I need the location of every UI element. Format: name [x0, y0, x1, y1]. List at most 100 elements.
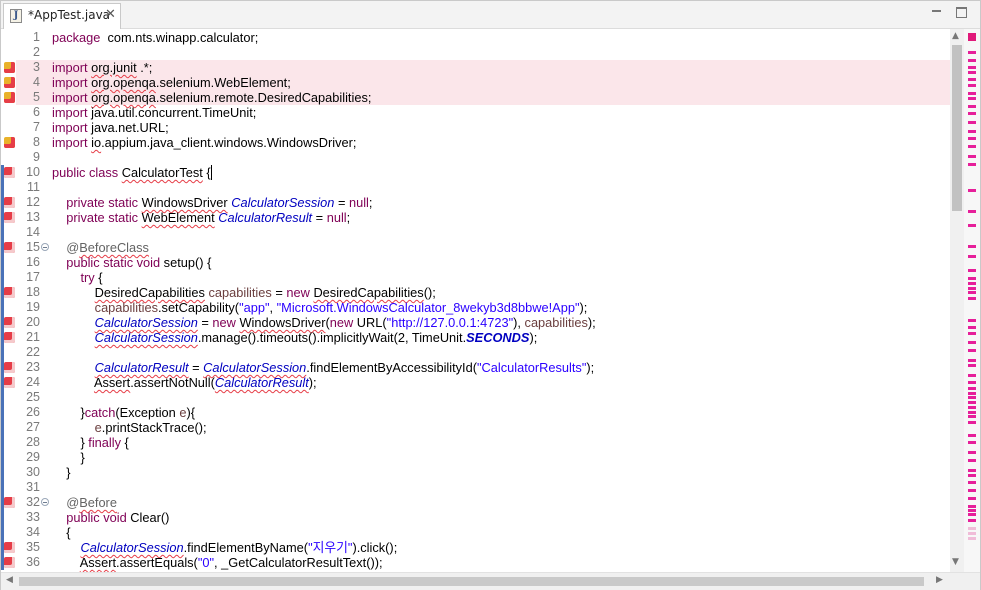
quickfix-error-icon[interactable]	[4, 77, 15, 88]
quickfix-error-icon[interactable]	[4, 62, 15, 73]
error-marker-icon[interactable]	[4, 242, 15, 253]
overview-error-mark[interactable]	[968, 421, 976, 424]
overview-error-mark[interactable]	[968, 319, 976, 322]
overview-error-mark[interactable]	[968, 505, 976, 508]
fold-toggle-icon[interactable]	[41, 498, 49, 506]
code-text[interactable]: @BeforeClass	[52, 240, 149, 255]
code-line[interactable]: 7 import java.net.URL;	[16, 120, 950, 135]
overview-error-mark[interactable]	[968, 374, 976, 377]
code-text[interactable]: import org.openqa.selenium.WebElement;	[52, 75, 291, 90]
overview-error-mark[interactable]	[968, 59, 976, 62]
vertical-scrollbar[interactable]: ▲ ▼	[950, 29, 964, 572]
code-line[interactable]: 8 import io.appium.java_client.windows.Wi…	[16, 135, 950, 150]
scroll-right-icon[interactable]: ▶	[936, 575, 943, 585]
overview-error-mark[interactable]	[968, 84, 976, 87]
error-marker-icon[interactable]	[4, 167, 15, 178]
overview-error-mark[interactable]	[968, 269, 976, 272]
overview-error-mark[interactable]	[968, 66, 976, 69]
overview-error-mark[interactable]	[968, 224, 976, 227]
code-text[interactable]: import org.openqa.selenium.remote.Desire…	[52, 90, 371, 105]
error-summary-icon[interactable]	[968, 33, 976, 41]
code-text[interactable]: e.printStackTrace();	[52, 420, 207, 435]
error-marker-icon[interactable]	[4, 497, 15, 508]
overview-error-mark[interactable]	[968, 349, 976, 352]
code-text[interactable]: CalculatorSession.manage().timeouts().im…	[52, 330, 538, 345]
overview-error-mark[interactable]	[968, 137, 976, 140]
code-text[interactable]: private static WebElement CalculatorResu…	[52, 210, 350, 225]
code-text[interactable]: {	[52, 525, 70, 540]
overview-error-mark[interactable]	[968, 474, 976, 477]
code-text[interactable]: }	[52, 450, 84, 465]
code-text[interactable]: CalculatorSession.findElementByName("지우기…	[52, 540, 397, 555]
code-line[interactable]: 18 DesiredCapabilities capabilities = ne…	[16, 285, 950, 300]
horizontal-scrollbar[interactable]: ◀ ▶	[1, 572, 980, 590]
scroll-up-icon[interactable]: ▲	[952, 31, 959, 41]
code-line[interactable]: 31	[16, 480, 950, 495]
horizontal-scroll-thumb[interactable]	[19, 577, 924, 586]
overview-error-mark[interactable]	[968, 121, 976, 124]
overview-error-mark[interactable]	[968, 163, 976, 166]
code-line[interactable]: 1 package com.nts.winapp.calculator;	[16, 30, 950, 45]
code-line[interactable]: 32 @Before	[16, 495, 950, 510]
error-marker-icon[interactable]	[4, 197, 15, 208]
code-line[interactable]: 27 e.printStackTrace();	[16, 420, 950, 435]
code-text[interactable]: CalculatorSession = new WindowsDriver(ne…	[52, 315, 596, 330]
overview-error-mark[interactable]	[968, 459, 976, 462]
close-icon[interactable]: ✕	[105, 7, 116, 22]
code-line[interactable]: 28 } finally {	[16, 435, 950, 450]
overview-error-mark[interactable]	[968, 210, 976, 213]
overview-error-mark[interactable]	[968, 532, 976, 535]
code-line[interactable]: 12 private static WindowsDriver Calculat…	[16, 195, 950, 210]
error-marker-icon[interactable]	[4, 542, 15, 553]
overview-error-mark[interactable]	[968, 441, 976, 444]
code-text[interactable]: @Before	[52, 495, 117, 510]
code-text[interactable]: package com.nts.winapp.calculator;	[52, 30, 258, 45]
code-lines[interactable]: 1 package com.nts.winapp.calculator; 2 3 imp…	[16, 29, 950, 572]
code-line[interactable]: 30 }	[16, 465, 950, 480]
overview-error-mark[interactable]	[968, 105, 976, 108]
code-text[interactable]: try {	[52, 270, 102, 285]
code-line[interactable]: 25	[16, 390, 950, 405]
minimize-icon[interactable]	[931, 6, 943, 18]
code-line[interactable]: 33 public void Clear()	[16, 510, 950, 525]
code-text[interactable]: capabilities.setCapability("app", "Micro…	[52, 300, 588, 315]
overview-error-mark[interactable]	[968, 387, 976, 390]
fold-toggle-icon[interactable]	[41, 243, 49, 251]
code-text[interactable]: } finally {	[52, 435, 128, 450]
code-line[interactable]: 36 Assert.assertEquals("0", _GetCalculat…	[16, 555, 950, 570]
code-editor[interactable]: 1 package com.nts.winapp.calculator; 2 3 imp…	[1, 29, 980, 572]
code-text[interactable]: import io.appium.java_client.windows.Win…	[52, 135, 356, 150]
code-text[interactable]: CalculatorResult = CalculatorSession.fin…	[52, 360, 595, 375]
error-marker-icon[interactable]	[4, 362, 15, 373]
overview-error-mark[interactable]	[968, 51, 976, 54]
quickfix-error-icon[interactable]	[4, 137, 15, 148]
overview-error-mark[interactable]	[968, 112, 976, 115]
overview-error-mark[interactable]	[968, 519, 976, 522]
overview-error-mark[interactable]	[968, 381, 976, 384]
overview-error-mark[interactable]	[968, 392, 976, 395]
overview-error-mark[interactable]	[968, 71, 976, 74]
overview-error-mark[interactable]	[968, 415, 976, 418]
overview-error-mark[interactable]	[968, 145, 976, 148]
code-line[interactable]: 2	[16, 45, 950, 60]
code-line[interactable]: 34 {	[16, 525, 950, 540]
overview-ruler[interactable]	[964, 29, 980, 572]
code-text[interactable]: import java.util.concurrent.TimeUnit;	[52, 105, 256, 120]
overview-error-mark[interactable]	[968, 332, 976, 335]
code-line[interactable]: 4 import org.openqa.selenium.WebElement;	[16, 75, 950, 90]
overview-error-mark[interactable]	[968, 297, 976, 300]
code-line[interactable]: 17 try {	[16, 270, 950, 285]
overview-error-mark[interactable]	[968, 401, 976, 404]
overview-error-mark[interactable]	[968, 78, 976, 81]
overview-error-mark[interactable]	[968, 189, 976, 192]
overview-error-mark[interactable]	[968, 291, 976, 294]
error-marker-icon[interactable]	[4, 212, 15, 223]
code-line[interactable]: 14	[16, 225, 950, 240]
error-marker-icon[interactable]	[4, 287, 15, 298]
code-line[interactable]: 23 CalculatorResult = CalculatorSession.…	[16, 360, 950, 375]
tab-apptest-java[interactable]: J *AppTest.java ✕	[3, 3, 121, 29]
code-line[interactable]: 20 CalculatorSession = new WindowsDriver…	[16, 315, 950, 330]
code-line[interactable]: 24 Assert.assertNotNull(CalculatorResult…	[16, 375, 950, 390]
maximize-icon[interactable]	[956, 7, 967, 18]
overview-error-mark[interactable]	[968, 469, 976, 472]
